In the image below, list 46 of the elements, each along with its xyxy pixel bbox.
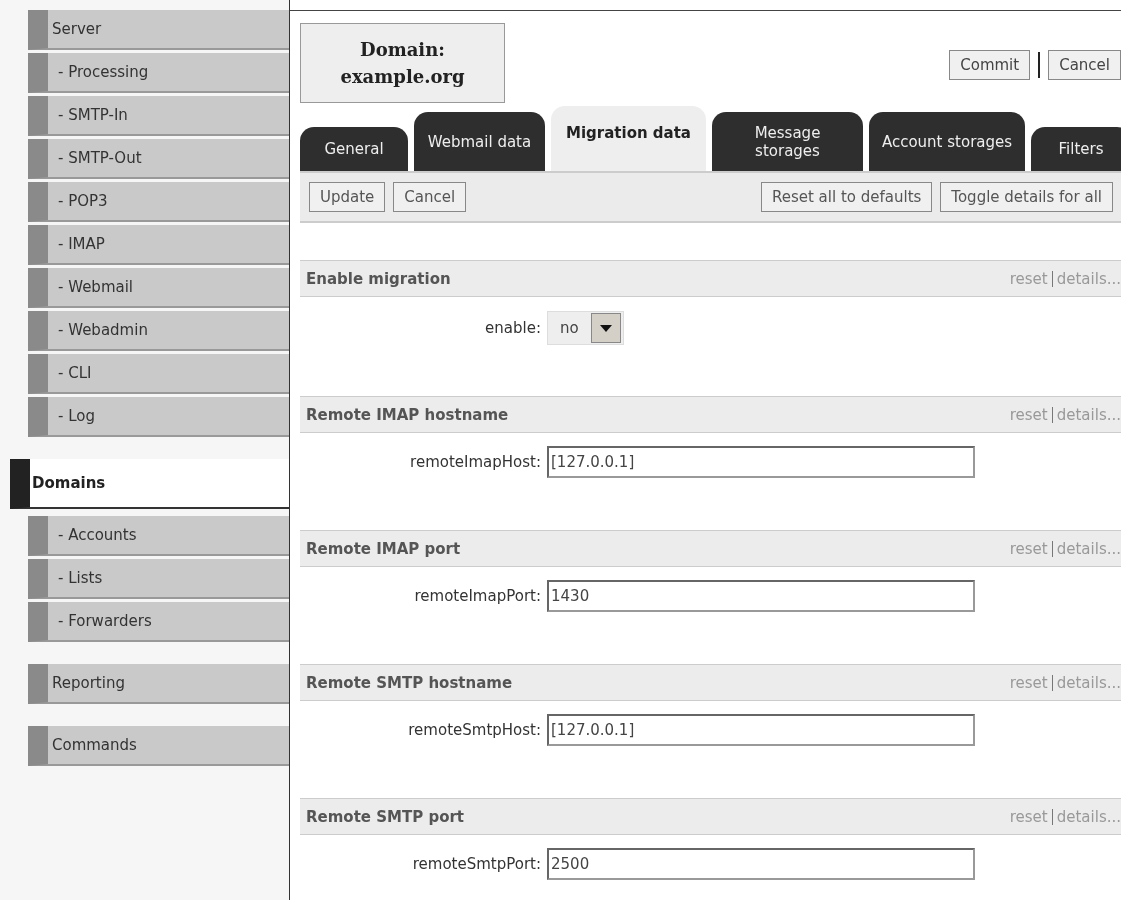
domain-name: example.org (340, 65, 465, 89)
dropdown-arrow-icon (599, 324, 612, 332)
sidebar-item[interactable]: - Lists (28, 559, 289, 599)
toggle-details-button[interactable]: Toggle details for all (940, 182, 1113, 212)
field-label: remoteSmtpHost: (407, 721, 542, 739)
sidebar-item[interactable]: - POP3 (28, 182, 289, 222)
section-title: Enable migration (306, 269, 451, 288)
input-field[interactable]: [127.0.0.1] (547, 714, 975, 746)
cancel-button[interactable]: Cancel (1048, 50, 1121, 80)
sidebar-item[interactable]: - Processing (28, 53, 289, 93)
input-field[interactable]: 1430 (547, 580, 975, 612)
cancel-button[interactable]: Cancel (393, 182, 467, 212)
sidebar-item[interactable]: - SMTP-Out (28, 139, 289, 179)
commit-button[interactable]: Commit (949, 50, 1031, 80)
tab[interactable]: Account storages (869, 112, 1025, 171)
sidebar-item[interactable]: Commands (28, 726, 289, 766)
sidebar-item[interactable]: - Webmail (28, 268, 289, 308)
tab[interactable]: Filters (1031, 127, 1121, 171)
sidebar-item[interactable]: - Accounts (28, 516, 289, 556)
sidebar-item[interactable]: - Webadmin (28, 311, 289, 351)
field-label: remoteImapHost: (409, 453, 542, 471)
tab[interactable]: Migration data (551, 106, 706, 171)
section-title: Remote SMTP hostname (306, 673, 513, 692)
input-field[interactable]: [127.0.0.1] (547, 446, 975, 478)
sidebar-item[interactable]: - IMAP (28, 225, 289, 265)
section-title: Remote IMAP hostname (306, 405, 509, 424)
field-label: enable: (484, 319, 542, 337)
sidebar-item[interactable]: - SMTP-In (28, 96, 289, 136)
sidebar-item[interactable]: - CLI (28, 354, 289, 394)
tab[interactable]: General (300, 127, 408, 171)
reset-defaults-button[interactable]: Reset all to defaults (760, 182, 933, 212)
field-label: remoteImapPort: (413, 587, 542, 605)
domain-title: Domain: (360, 38, 445, 62)
field-label: remoteSmtpPort: (411, 855, 542, 873)
dropdown[interactable]: no (547, 311, 624, 345)
sidebar-item[interactable]: Server (28, 10, 289, 50)
update-button[interactable]: Update (309, 182, 386, 212)
sidebar-item[interactable]: Domains (10, 459, 289, 509)
section-title: Remote IMAP port (306, 539, 461, 558)
input-field[interactable]: 2500 (547, 848, 975, 880)
section-title: Remote SMTP port (306, 807, 464, 826)
tab[interactable]: Webmail data (414, 112, 545, 171)
sidebar-item[interactable]: - Log (28, 397, 289, 437)
tab[interactable]: Message storages (712, 112, 863, 171)
sidebar-item[interactable]: - Forwarders (28, 602, 289, 642)
sidebar-item[interactable]: Reporting (28, 664, 289, 704)
